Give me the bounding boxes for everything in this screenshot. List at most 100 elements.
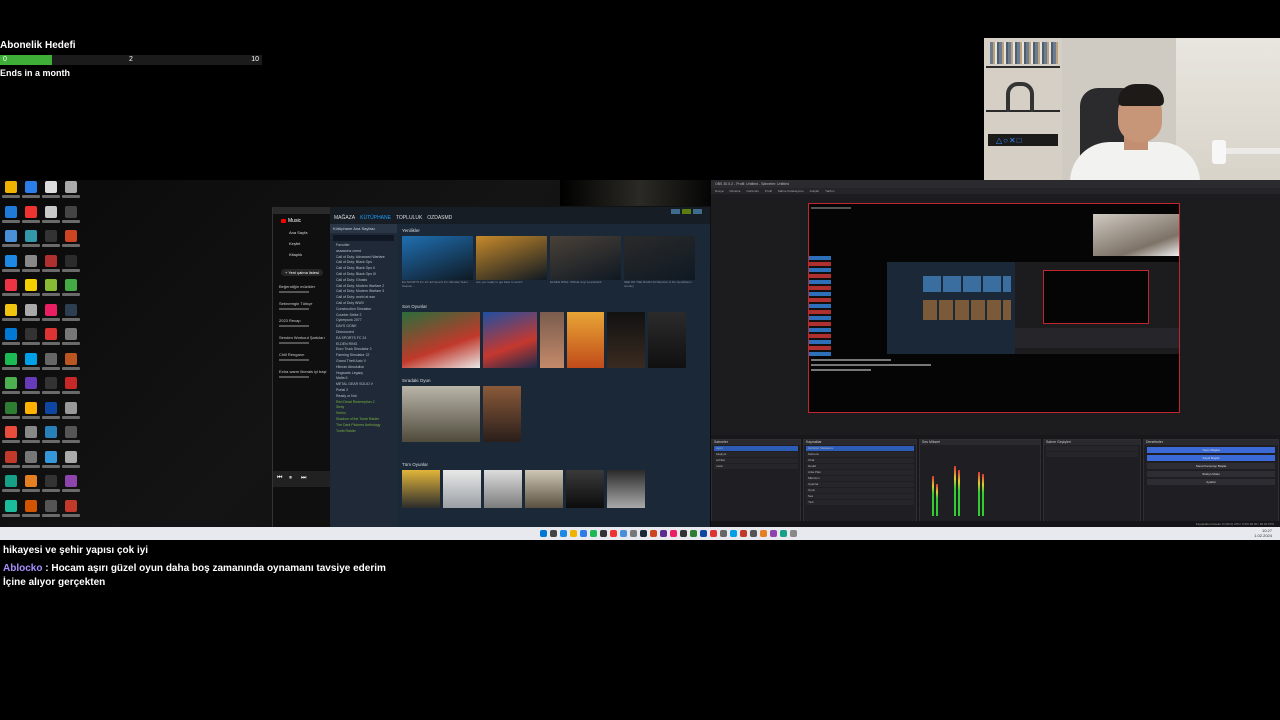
desktop-shortcut[interactable] <box>62 450 80 475</box>
taskbar-app-icon[interactable] <box>680 530 687 537</box>
desktop-shortcut[interactable] <box>62 229 80 254</box>
desktop-shortcut[interactable] <box>22 474 40 499</box>
steam-library-search[interactable] <box>333 235 394 241</box>
obs-menu-item[interactable]: Sahne Koleksiyonu <box>778 189 804 193</box>
taskbar-app-icon[interactable] <box>620 530 627 537</box>
desktop-shortcut[interactable] <box>22 450 40 475</box>
chat-username[interactable]: Ablocko <box>3 563 42 574</box>
obs-menu-item[interactable]: Araçlar <box>810 189 820 193</box>
yt-playlist-item[interactable]: Sebnemgin Türkçe <box>279 301 331 306</box>
source-item[interactable]: Hedef <box>806 464 914 469</box>
steam-library-home[interactable]: Kütüphane Ana Sayfası <box>330 224 397 233</box>
desktop-shortcut[interactable] <box>2 180 20 205</box>
game-tile-cod[interactable] <box>648 312 686 368</box>
youtube-music-logo[interactable]: Music <box>281 218 331 224</box>
yt-playlist-item[interactable]: Chill Rengarın <box>279 352 331 357</box>
pause-icon[interactable]: ⏸ <box>289 475 292 482</box>
start-stream-button[interactable]: Yayını Başlat <box>1147 447 1275 453</box>
desktop-shortcut[interactable] <box>62 499 80 524</box>
desktop-shortcut[interactable] <box>22 278 40 303</box>
yt-playlist-item[interactable]: Senden Workout Şarkıları <box>279 335 331 340</box>
desktop-shortcut[interactable] <box>62 474 80 499</box>
desktop-shortcut[interactable] <box>22 401 40 426</box>
steam-game-item[interactable]: Tomb Raider <box>330 429 397 435</box>
source-item[interactable]: Arka Plan <box>806 470 914 475</box>
desktop-shortcut[interactable] <box>2 352 20 377</box>
transition-select[interactable] <box>1046 446 1138 451</box>
studio-mode-button[interactable]: Stüdyo Modu <box>1147 471 1275 477</box>
taskbar-app-icon[interactable] <box>660 530 667 537</box>
desktop-shortcut[interactable] <box>2 205 20 230</box>
taskbar-app-icon[interactable] <box>710 530 717 537</box>
yt-playlist-item[interactable]: 2023 Recap <box>279 318 331 323</box>
desktop-shortcut[interactable] <box>42 254 60 279</box>
game-tile-cod-bo3[interactable] <box>607 470 645 508</box>
start-recording-button[interactable]: Kaydı Başlat <box>1147 455 1275 461</box>
source-item[interactable]: Yazı <box>806 500 914 505</box>
desktop-shortcut[interactable] <box>2 303 20 328</box>
scene-item[interactable]: başlıyor <box>714 452 798 457</box>
next-icon[interactable]: ⏭ <box>301 475 306 482</box>
desktop-shortcut[interactable] <box>22 376 40 401</box>
taskbar-clock[interactable]: 10:27 1.02.2024 <box>1254 528 1272 538</box>
yt-nav-explore[interactable]: Keşfet <box>289 241 331 246</box>
desktop-shortcut[interactable] <box>62 278 80 303</box>
yt-playlist-item[interactable]: Extra warm liberals iyi başl <box>279 369 331 374</box>
game-tile-cod-bo2[interactable] <box>566 470 604 508</box>
taskbar-app-icon[interactable] <box>610 530 617 537</box>
obs-menu-item[interactable]: Görünüm <box>747 189 760 193</box>
desktop-shortcut[interactable] <box>62 425 80 450</box>
taskbar-app-icon[interactable] <box>790 530 797 537</box>
game-tile-ets[interactable] <box>402 470 440 508</box>
desktop-shortcut[interactable] <box>2 499 20 524</box>
settings-button[interactable]: Ayarlar <box>1147 479 1275 485</box>
taskbar-app-icon[interactable] <box>700 530 707 537</box>
scene-item[interactable]: sohbet <box>714 458 798 463</box>
desktop-shortcut[interactable] <box>42 229 60 254</box>
steam-account-button[interactable] <box>693 209 702 214</box>
game-tile-cod-waw[interactable] <box>402 386 480 442</box>
taskbar-app-icon[interactable] <box>740 530 747 537</box>
desktop-shortcut[interactable] <box>62 352 80 377</box>
game-tile-sekiro[interactable] <box>540 312 564 368</box>
obs-menu-item[interactable]: Dosya <box>715 189 724 193</box>
desktop-shortcut[interactable] <box>2 278 20 303</box>
desktop-shortcut[interactable] <box>62 401 80 426</box>
taskbar-app-icon[interactable] <box>570 530 577 537</box>
desktop-shortcut[interactable] <box>22 180 40 205</box>
desktop-shortcut[interactable] <box>2 376 20 401</box>
desktop-shortcut[interactable] <box>62 180 80 205</box>
desktop-shortcut[interactable] <box>42 425 60 450</box>
game-tile-fc24-2[interactable] <box>483 312 537 368</box>
taskbar-app-icon[interactable] <box>590 530 597 537</box>
steam-wallet-button[interactable] <box>682 209 691 214</box>
source-item[interactable]: Görüntü Yakalama <box>806 446 914 451</box>
desktop-shortcut[interactable] <box>22 229 40 254</box>
desktop-shortcut[interactable] <box>42 205 60 230</box>
desktop-shortcut[interactable] <box>22 425 40 450</box>
steam-nav-community[interactable]: TOPLULUK <box>396 215 422 221</box>
yt-nav-library[interactable]: Kitaplık <box>289 252 331 257</box>
game-tile-ac[interactable] <box>483 386 521 442</box>
desktop-shortcut[interactable] <box>2 254 20 279</box>
taskbar-app-icon[interactable] <box>760 530 767 537</box>
taskbar-app-icon[interactable] <box>560 530 567 537</box>
desktop-shortcut[interactable] <box>42 450 60 475</box>
desktop-shortcut[interactable] <box>42 401 60 426</box>
steam-nav-library[interactable]: KÜTÜPHANE <box>360 215 391 221</box>
desktop-shortcut[interactable] <box>42 474 60 499</box>
game-tile-cod-bo[interactable] <box>607 312 645 368</box>
yt-playlist-item[interactable]: Beğendiğin müzikler <box>279 284 331 289</box>
source-item[interactable]: Mikrofon <box>806 476 914 481</box>
taskbar-app-icon[interactable] <box>580 530 587 537</box>
desktop-shortcut[interactable] <box>22 352 40 377</box>
desktop-shortcut[interactable] <box>2 425 20 450</box>
obs-menu-item[interactable]: Profil <box>765 189 772 193</box>
steam-nav-profile[interactable]: OZDASMD <box>427 215 452 221</box>
game-tile-assassins[interactable] <box>443 470 481 508</box>
taskbar-app-icon[interactable] <box>630 530 637 537</box>
game-tile-fc24[interactable] <box>402 312 480 368</box>
taskbar-app-icon[interactable] <box>720 530 727 537</box>
source-item[interactable]: Oyun <box>806 488 914 493</box>
taskbar-app-icon[interactable] <box>550 530 557 537</box>
